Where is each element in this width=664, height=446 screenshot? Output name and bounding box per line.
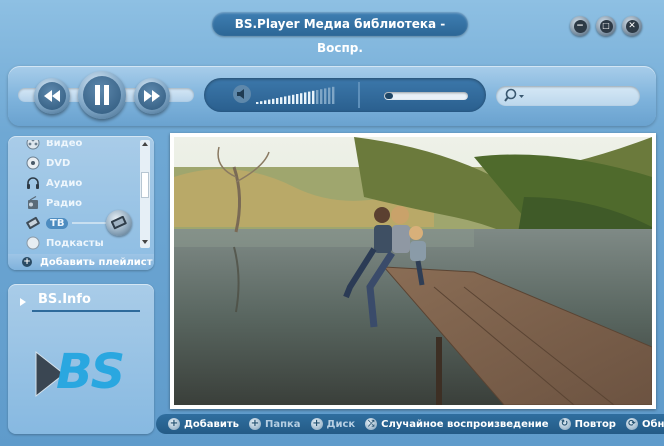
maximize-icon: □: [599, 19, 613, 33]
bs-logo: BS: [34, 344, 134, 402]
volume-bar: [276, 98, 279, 104]
minimize-icon: −: [573, 19, 587, 33]
progress-fill: [385, 93, 394, 99]
video-picture: [174, 137, 652, 405]
volume-bar: [320, 89, 323, 104]
info-expand-icon[interactable]: [20, 298, 26, 306]
close-button[interactable]: ✕: [622, 16, 642, 36]
library-scrollbar[interactable]: [140, 140, 150, 248]
volume-bar: [280, 97, 283, 104]
podcast-icon: [26, 236, 40, 250]
add-playlist-button[interactable]: + Добавить плейлист: [8, 254, 154, 270]
volume-bar: [300, 93, 303, 104]
speaker-icon[interactable]: [232, 84, 252, 104]
volume-bar: [328, 87, 331, 104]
info-panel: BS.Info BS: [8, 284, 154, 434]
rewind-icon: [44, 90, 60, 102]
volume-bar: [288, 95, 291, 104]
library-toolbar: + Добавить + Папка + Диск ⤮ Случайное во…: [156, 414, 664, 434]
pause-button[interactable]: [78, 71, 126, 119]
scroll-down-icon[interactable]: [142, 240, 148, 244]
search-input[interactable]: [528, 88, 636, 106]
add-button[interactable]: + Добавить: [168, 418, 239, 430]
library-item-label: Аудио: [46, 177, 83, 189]
scroll-up-icon[interactable]: [142, 142, 148, 146]
minimize-button[interactable]: −: [570, 16, 590, 36]
volume-bar: [268, 99, 271, 104]
close-icon: ✕: [625, 19, 639, 33]
add-playlist-icon: +: [22, 257, 32, 267]
library-item-video[interactable]: Видео: [26, 140, 82, 152]
volume-bar: [256, 102, 259, 104]
library-list: Видео DVD Аудио Радио ТВ Подкасты: [22, 140, 152, 250]
add-playlist-label: Добавить плейлист: [40, 256, 153, 268]
library-item-label: Подкасты: [46, 237, 104, 249]
fast-forward-button[interactable]: [134, 78, 170, 114]
volume-bar: [332, 86, 335, 104]
folder-button[interactable]: + Папка: [248, 418, 301, 430]
fast-forward-icon: [144, 90, 160, 102]
maximize-button[interactable]: □: [596, 16, 616, 36]
disc-label: Диск: [326, 418, 356, 430]
refresh-button[interactable]: ⟳ Обновить: [625, 418, 664, 430]
shuffle-button[interactable]: ⤮ Случайное воспроизведение: [365, 418, 549, 430]
bs-logo-text: BS: [56, 344, 125, 400]
pause-icon: [95, 85, 109, 105]
refresh-label: Обновить: [641, 418, 664, 430]
volume-bar: [264, 100, 267, 104]
volume-bar: [312, 90, 315, 104]
volume-progress-panel: [204, 78, 486, 112]
repeat-label: Повтор: [574, 418, 616, 430]
library-panel: Видео DVD Аудио Радио ТВ Подкасты: [8, 136, 154, 270]
radio-icon: [26, 196, 40, 210]
volume-bar: [316, 90, 319, 104]
volume-bar: [260, 101, 263, 104]
tv-device-icon: [111, 216, 127, 230]
plus-icon: +: [310, 418, 323, 430]
disc-button[interactable]: + Диск: [310, 418, 356, 430]
library-item-radio[interactable]: Радио: [26, 194, 82, 212]
window-title: BS.Player Медиа библиотека - Воспр.: [212, 12, 468, 55]
tv-icon: [26, 216, 40, 230]
volume-slider[interactable]: [256, 84, 340, 106]
scroll-thumb[interactable]: [141, 172, 149, 198]
tv-device-button[interactable]: [106, 210, 132, 236]
library-item-label: Видео: [46, 140, 83, 149]
library-item-label: Радио: [46, 197, 83, 209]
headphones-icon: [26, 176, 40, 190]
library-item-label: DVD: [46, 157, 71, 169]
library-item-dvd[interactable]: DVD: [26, 154, 70, 172]
video-icon: [26, 140, 40, 150]
repeat-icon: ↻: [558, 418, 571, 430]
volume-bar: [324, 88, 327, 104]
search-icon: [504, 88, 524, 102]
video-frame[interactable]: [170, 133, 656, 409]
panel-divider: [358, 82, 360, 108]
volume-bar: [284, 96, 287, 104]
plus-icon: +: [248, 418, 261, 430]
volume-bar: [272, 98, 275, 104]
library-item-label: ТВ: [46, 217, 69, 229]
volume-bar: [308, 91, 311, 104]
library-item-audio[interactable]: Аудио: [26, 174, 82, 192]
library-item-podcasts[interactable]: Подкасты: [26, 234, 104, 250]
folder-label: Папка: [264, 418, 301, 430]
volume-bar: [304, 92, 307, 104]
control-bar: [8, 66, 656, 126]
progress-bar[interactable]: [384, 92, 468, 100]
shuffle-icon: ⤮: [365, 418, 378, 430]
volume-bar: [296, 94, 299, 104]
shuffle-label: Случайное воспроизведение: [381, 418, 549, 430]
repeat-button[interactable]: ↻ Повтор: [558, 418, 616, 430]
rewind-button[interactable]: [34, 78, 70, 114]
volume-bar: [292, 94, 295, 104]
refresh-icon: ⟳: [625, 418, 638, 430]
dvd-icon: [26, 156, 40, 170]
info-title: BS.Info: [32, 292, 140, 312]
plus-icon: +: [168, 418, 180, 430]
search-box[interactable]: [496, 86, 640, 106]
add-label: Добавить: [184, 418, 239, 430]
